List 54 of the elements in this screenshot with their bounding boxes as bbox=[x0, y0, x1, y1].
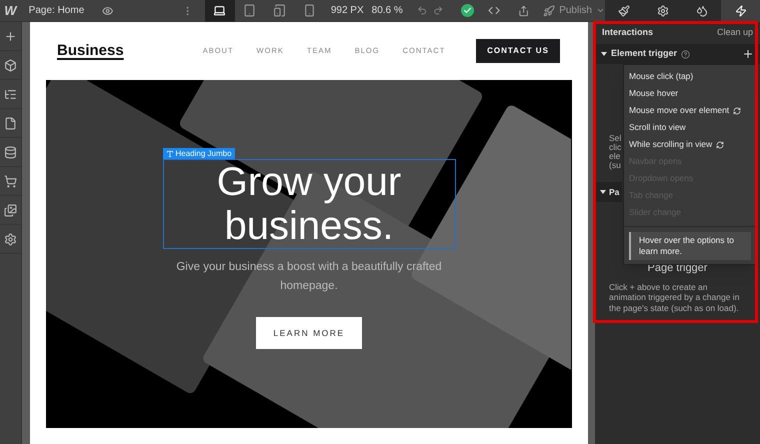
settings-icon bbox=[657, 4, 670, 16]
expand-caret-icon[interactable] bbox=[600, 190, 606, 194]
database-icon[interactable] bbox=[4, 146, 17, 158]
code-icon[interactable] bbox=[488, 4, 500, 17]
menu-item[interactable]: Scroll into view bbox=[624, 119, 756, 136]
covered-text: ele bbox=[609, 152, 620, 161]
rocket-icon bbox=[543, 4, 556, 16]
phone-icon bbox=[303, 4, 316, 17]
publish-button[interactable]: Publish bbox=[543, 3, 605, 18]
covered-text: (su bbox=[609, 161, 621, 170]
export-icon[interactable] bbox=[518, 4, 530, 16]
menu-item[interactable]: Mouse click (tap) bbox=[624, 68, 756, 85]
hint-text: Hover over the options to learn more. bbox=[629, 232, 751, 260]
clean-up-link[interactable]: Clean up bbox=[716, 26, 753, 40]
hero-subtitle: Give your business a boost with a beautifully crafted homepage. bbox=[175, 260, 443, 294]
learn-more-button[interactable]: LEARN MORE bbox=[256, 317, 362, 349]
cycle-icon bbox=[733, 106, 742, 114]
page-selector[interactable]: Page: Home bbox=[28, 3, 84, 18]
page-icon[interactable] bbox=[4, 116, 17, 130]
width-readout: 992 PX bbox=[330, 4, 364, 18]
panel-tab[interactable] bbox=[721, 0, 760, 22]
element-tag[interactable]: Heading Jumbo bbox=[162, 148, 235, 159]
brand-logo[interactable]: Business bbox=[57, 40, 124, 62]
cart-icon[interactable] bbox=[4, 174, 17, 188]
droplets-icon bbox=[696, 4, 708, 16]
tablet-icon bbox=[243, 4, 256, 17]
undo-icon[interactable] bbox=[416, 5, 428, 16]
images-icon[interactable] bbox=[4, 204, 17, 216]
menu-item[interactable]: Mouse move over element bbox=[624, 102, 756, 119]
help-icon[interactable] bbox=[681, 50, 690, 58]
text-icon bbox=[166, 150, 174, 158]
menu-item[interactable]: Mouse hover bbox=[624, 85, 756, 102]
covered-text: clic bbox=[609, 143, 622, 152]
contact-button[interactable]: CONTACT US bbox=[476, 39, 560, 63]
panel-title: Interactions bbox=[602, 26, 654, 40]
expand-caret-icon[interactable] bbox=[601, 52, 607, 56]
logo[interactable]: W bbox=[0, 0, 21, 20]
caret-icon bbox=[596, 6, 605, 15]
laptop-icon bbox=[213, 4, 226, 17]
add-icon[interactable] bbox=[742, 48, 754, 60]
cube-icon[interactable] bbox=[4, 58, 17, 72]
device-button[interactable] bbox=[204, 0, 235, 22]
zoom-readout: 80.6 % bbox=[372, 4, 403, 18]
brush-icon bbox=[618, 4, 630, 16]
cycle-icon bbox=[716, 140, 724, 148]
settings-icon[interactable] bbox=[4, 232, 17, 246]
page-trigger-description: Click + above to create an animation triggered by a change in the page's state (such as on load). bbox=[609, 282, 740, 313]
preview-icon[interactable] bbox=[102, 4, 114, 16]
covered-text: Sel bbox=[609, 134, 622, 143]
add-icon[interactable] bbox=[4, 30, 17, 42]
redo-icon[interactable] bbox=[433, 5, 444, 16]
menu-item[interactable]: While scrolling in view bbox=[624, 136, 756, 153]
lightning-icon bbox=[734, 4, 747, 16]
status-check-icon[interactable] bbox=[461, 4, 474, 17]
